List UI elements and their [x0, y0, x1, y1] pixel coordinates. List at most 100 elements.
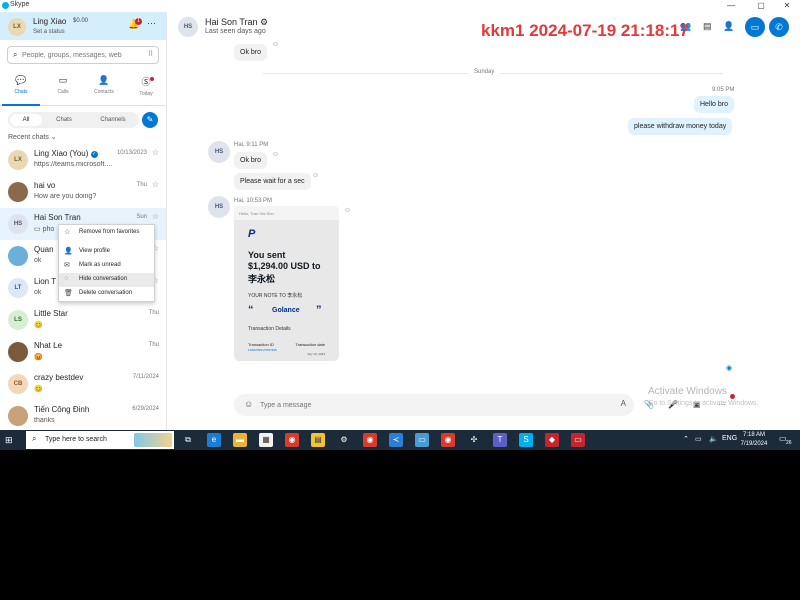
volume-icon[interactable]: 🔈 — [709, 435, 718, 443]
taskbar-search-text: Type here to search — [45, 436, 107, 443]
edge-icon[interactable]: e — [207, 433, 221, 447]
reaction-icon[interactable]: ☺ — [312, 172, 319, 179]
reaction-icon[interactable]: ☺ — [272, 151, 279, 158]
menu-item-delete-conversation[interactable]: 🗑 Delete conversation — [59, 287, 154, 301]
settings-icon[interactable]: ⚙ — [337, 433, 351, 447]
message-bubble[interactable]: Ok bro — [234, 152, 268, 169]
reaction-icon[interactable]: ☺ — [344, 207, 351, 214]
taskbar-clock[interactable]: 7:18 AM 7/19/2024 — [735, 431, 773, 449]
menu-item-remove-favorite[interactable]: ☆ Remove from favorites — [59, 226, 154, 240]
transaction-details-label: Transaction Details — [248, 326, 291, 332]
search-box[interactable]: ⌕ ⠿ — [7, 46, 159, 64]
contact-name[interactable]: Hai Son Tran ⚙ — [205, 17, 268, 28]
menu-item-mark-unread[interactable]: ✉ Mark as unread — [59, 259, 154, 273]
avatar — [8, 182, 28, 202]
chat-preview: https://teams.microsoft.... — [34, 161, 113, 168]
message-input[interactable] — [260, 398, 560, 412]
message-time: 9:05 PM — [712, 87, 735, 93]
conversation-pane: HS Hai Son Tran ⚙ Last seen days ago 👥 ▤… — [168, 12, 800, 430]
new-chat-button[interactable]: ✎ — [142, 112, 158, 128]
add-contact-icon[interactable]: 👤 — [723, 21, 734, 32]
chat-name-text: Ling Xiao (You) — [34, 149, 89, 158]
anydesk-icon[interactable]: ◆ — [545, 433, 559, 447]
paypal-receipt-image[interactable]: Hello, Tran Hai Son P You sent $1,294.00… — [234, 206, 339, 361]
message-bubble[interactable]: Hello bro — [694, 96, 735, 113]
window-title: Skype — [10, 1, 30, 8]
format-icon[interactable]: A — [621, 399, 626, 408]
tab-contacts[interactable]: 👤 Contacts — [85, 74, 123, 106]
task-view-icon[interactable]: ⧉ — [181, 433, 195, 447]
emoji-icon[interactable]: ☺ — [244, 399, 253, 409]
filter-channels[interactable]: Channels — [92, 114, 134, 126]
close-button[interactable]: ✕ — [776, 0, 798, 12]
chrome-icon[interactable]: ◉ — [363, 433, 377, 447]
today-icon: Ⓢ — [141, 77, 151, 87]
chat-row[interactable]: CB crazy bestdev 😊 7/11/2024 — [0, 368, 166, 400]
more-options-icon[interactable]: ⋯ — [147, 18, 156, 29]
star-icon[interactable]: ☆ — [152, 148, 159, 157]
app-icon[interactable]: ▭ — [415, 433, 429, 447]
tab-calls[interactable]: ▭ Calls — [44, 74, 82, 106]
avatar — [8, 342, 28, 362]
settings-gear-icon[interactable]: ⚙ — [260, 17, 268, 27]
day-separator-label: Sunday — [468, 69, 501, 75]
network-app-icon[interactable]: ✣ — [467, 433, 481, 447]
teams-icon[interactable]: T — [493, 433, 507, 447]
chat-row[interactable]: LX Ling Xiao (You) ✓ https://teams.micro… — [0, 144, 166, 176]
filter-all[interactable]: All — [10, 114, 42, 126]
tab-chats[interactable]: 💬 Chats — [2, 74, 40, 106]
chat-row[interactable]: Tiến Công Đinh thanks 6/29/2024 — [0, 400, 166, 430]
taskbar-search-box[interactable]: ⌕ Type here to search — [26, 431, 174, 449]
paypal-logo: P — [248, 228, 256, 240]
minimize-button[interactable]: — — [720, 0, 742, 12]
star-icon[interactable]: ☆ — [152, 212, 159, 221]
windows-start-icon[interactable]: ⊞ — [5, 435, 13, 446]
gallery-icon[interactable]: ▤ — [703, 21, 712, 32]
dialpad-icon[interactable]: ⠿ — [148, 50, 153, 58]
avatar[interactable]: HS — [178, 17, 198, 37]
store-icon[interactable]: ▦ — [259, 433, 273, 447]
file-explorer-icon[interactable]: ▬ — [233, 433, 247, 447]
sticky-notes-icon[interactable]: ▤ — [311, 433, 325, 447]
avatar: LS — [8, 310, 28, 330]
menu-item-hide-conversation[interactable]: ◌ Hide conversation — [59, 273, 154, 287]
tray-chevron-icon[interactable]: ⌃ — [683, 435, 689, 443]
message-composer: ☺ A — [234, 394, 634, 416]
star-icon[interactable]: ☆ — [152, 180, 159, 189]
menu-item-view-profile[interactable]: 👤 View profile — [59, 245, 154, 259]
search-input[interactable] — [22, 49, 132, 61]
video-call-button[interactable]: ▭ — [745, 17, 765, 37]
chat-row[interactable]: hai vo How are you doing? Thu ☆ — [0, 176, 166, 208]
avatar — [8, 406, 28, 426]
chrome-icon[interactable]: ◉ — [441, 433, 455, 447]
reaction-icon[interactable]: ☺ — [272, 41, 279, 48]
skype-icon[interactable]: S — [519, 433, 533, 447]
recent-chats-label[interactable]: Recent chats ⌄ — [8, 133, 57, 141]
tab-today[interactable]: Ⓢ Today — [127, 74, 165, 106]
chat-row[interactable]: LS Little Star 😊 Thu — [0, 304, 166, 336]
chat-preview-text: pho — [42, 226, 55, 233]
vscode-icon[interactable]: ≺ — [389, 433, 403, 447]
avatar[interactable]: HS — [208, 196, 230, 218]
remote-app-icon[interactable]: ▭ — [571, 433, 585, 447]
set-status-link[interactable]: Set a status — [33, 29, 65, 35]
chrome-icon[interactable]: ◉ — [285, 433, 299, 447]
tab-label: Contacts — [94, 89, 114, 95]
context-menu: ☆ Remove from favorites 👤 View profile ✉… — [58, 224, 155, 302]
message-bubble[interactable]: Please wait for a sec — [234, 173, 311, 190]
profile-name[interactable]: Ling Xiao — [33, 17, 66, 26]
chat-row[interactable]: Nhat Le 😡 Thu — [0, 336, 166, 368]
network-icon[interactable]: ▭ — [695, 435, 702, 443]
chat-preview: 😊 — [34, 322, 43, 329]
avatar[interactable]: HS — [208, 141, 230, 163]
audio-call-button[interactable]: ✆ — [769, 17, 789, 37]
maximize-button[interactable]: ▢ — [750, 0, 772, 12]
avatar[interactable]: LX — [8, 18, 26, 36]
filter-chats[interactable]: Chats — [46, 114, 82, 126]
message-bubble[interactable]: please withdraw money today — [628, 118, 733, 135]
notification-count: 26 — [786, 440, 792, 446]
sidebar: LX Ling Xiao $0.00 Set a status 🔔 1 ⋯ ⌕ … — [0, 12, 167, 430]
message-bubble[interactable]: Ok bro — [234, 44, 268, 61]
credit-balance[interactable]: $0.00 — [73, 18, 88, 24]
receipt-amount: $1,294.00 USD to — [248, 261, 321, 271]
